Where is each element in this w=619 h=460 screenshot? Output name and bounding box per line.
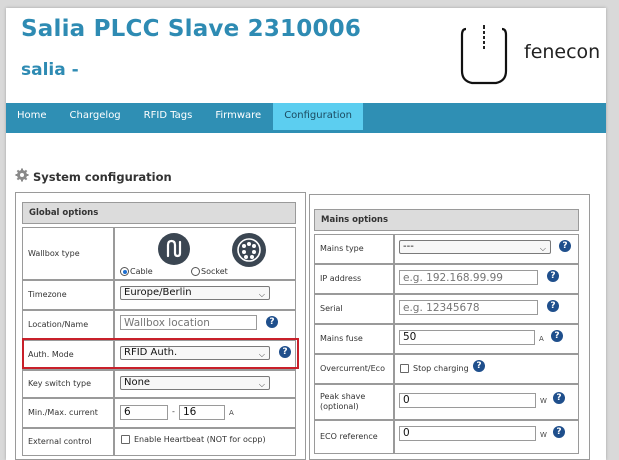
heartbeat-label: Enable Heartbeat (NOT for ocpp) xyxy=(134,435,266,444)
external-control-label: External control xyxy=(22,428,114,456)
overcurrent-label: Overcurrent/Eco xyxy=(314,354,394,384)
section-title: System configuration xyxy=(15,168,172,185)
help-icon[interactable]: ? xyxy=(553,392,565,404)
wallbox-type-label: Wallbox type xyxy=(22,227,114,280)
auth-mode-highlight xyxy=(22,338,299,369)
timezone-value: Europe/Berlin xyxy=(124,287,192,298)
page-title: Salia PLCC Slave 2310006 xyxy=(21,16,361,42)
nav-configuration[interactable]: Configuration xyxy=(273,103,364,130)
section-title-text: System configuration xyxy=(33,169,172,184)
eco-reference-input[interactable]: 0 xyxy=(399,426,536,441)
serial-label: Serial xyxy=(314,294,394,324)
help-icon[interactable]: ? xyxy=(559,240,571,252)
timezone-select[interactable]: Europe/Berlin ⌵ xyxy=(120,286,270,300)
nav-chargelog[interactable]: Chargelog xyxy=(59,103,132,130)
key-switch-value: None xyxy=(124,377,151,388)
max-current-input[interactable]: 16 xyxy=(179,405,225,420)
chevron-down-icon: ⌵ xyxy=(258,290,265,299)
page-subtitle: salia - xyxy=(21,60,79,80)
peak-shave-label: Peak shave (optional) xyxy=(314,384,394,420)
gear-icon xyxy=(15,168,33,185)
mains-fuse-label: Mains fuse xyxy=(314,324,394,354)
title-serial: 2310006 xyxy=(247,16,362,42)
min-current-input[interactable]: 6 xyxy=(120,405,168,420)
current-separator: - xyxy=(172,407,175,416)
global-options-heading: Global options xyxy=(22,202,296,224)
title-text: Salia PLCC Slave xyxy=(21,16,240,42)
mains-type-value: --- xyxy=(403,241,414,252)
cable-plug-icon xyxy=(157,232,191,268)
chevron-down-icon: ⌵ xyxy=(539,244,546,253)
mains-type-label: Mains type xyxy=(314,234,394,264)
help-icon[interactable]: ? xyxy=(547,300,559,312)
help-icon[interactable]: ? xyxy=(547,270,559,282)
chevron-down-icon: ⌵ xyxy=(258,380,265,389)
page: Salia PLCC Slave 2310006 salia - fenecon… xyxy=(6,8,606,460)
logo-text: fenecon xyxy=(524,41,601,63)
mains-fuse-input[interactable]: 50 xyxy=(399,330,535,345)
nav-rfid-tags[interactable]: RFID Tags xyxy=(133,103,204,130)
wallbox-type-cell: Cable Socket xyxy=(114,227,296,280)
stop-charging-checkbox[interactable] xyxy=(400,364,409,373)
nav-firmware[interactable]: Firmware xyxy=(204,103,272,130)
key-switch-select[interactable]: None ⌵ xyxy=(120,376,270,390)
main-nav: Home Chargelog RFID Tags Firmware Config… xyxy=(6,103,606,133)
help-icon[interactable]: ? xyxy=(473,360,485,372)
peak-shave-input[interactable]: 0 xyxy=(399,393,536,408)
mains-fuse-unit: A xyxy=(539,335,544,343)
socket-icon xyxy=(231,232,267,270)
radio-socket-label: Socket xyxy=(201,267,228,276)
location-input[interactable] xyxy=(120,315,257,330)
stop-charging-label: Stop charging xyxy=(413,364,469,373)
ip-address-label: IP address xyxy=(314,264,394,294)
help-icon[interactable]: ? xyxy=(553,426,565,438)
eco-reference-unit: W xyxy=(540,431,547,439)
ip-address-input[interactable] xyxy=(399,270,538,285)
help-icon[interactable]: ? xyxy=(266,316,278,328)
nav-home[interactable]: Home xyxy=(6,103,58,130)
radio-cable-label: Cable xyxy=(130,267,153,276)
peak-shave-unit: W xyxy=(540,397,547,405)
serial-input[interactable] xyxy=(399,300,538,315)
current-label: Min./Max. current xyxy=(22,398,114,428)
mains-options-heading: Mains options xyxy=(314,209,579,231)
timezone-label: Timezone xyxy=(22,280,114,310)
fenecon-logo-icon xyxy=(456,21,512,91)
radio-cable[interactable] xyxy=(120,267,129,276)
radio-socket[interactable] xyxy=(191,267,200,276)
eco-reference-label: ECO reference xyxy=(314,420,394,454)
mains-type-select[interactable]: --- ⌵ xyxy=(399,240,551,254)
current-unit: A xyxy=(229,409,234,417)
heartbeat-checkbox[interactable] xyxy=(121,435,130,444)
key-switch-label: Key switch type xyxy=(22,370,114,398)
location-label: Location/Name xyxy=(22,310,114,340)
help-icon[interactable]: ? xyxy=(551,330,563,342)
